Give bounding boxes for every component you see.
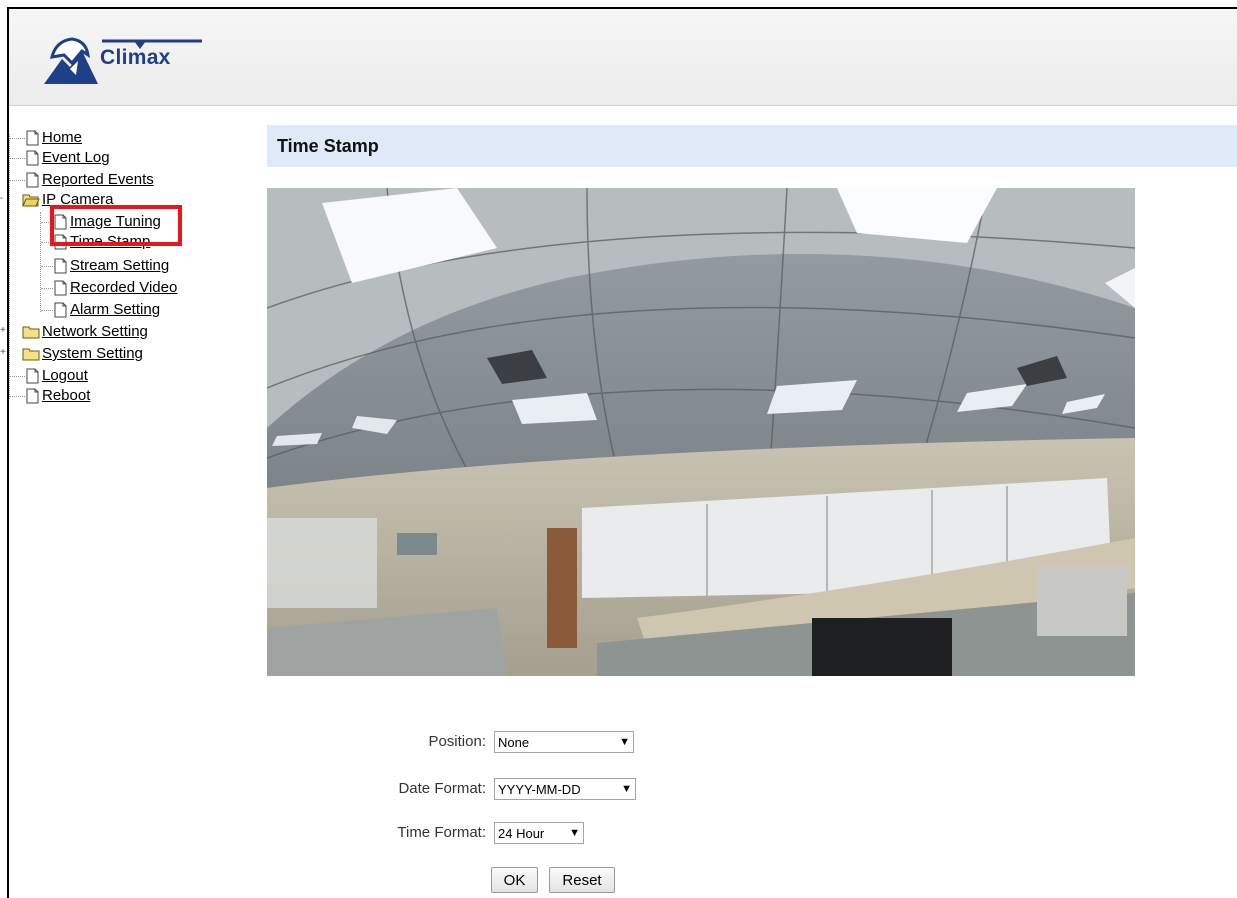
nav-item-network-setting[interactable]: + Network Setting <box>0 322 148 342</box>
page-icon <box>54 302 67 318</box>
page-icon <box>26 150 39 166</box>
nav-item-system-setting[interactable]: + System Setting <box>0 344 143 364</box>
expand-icon[interactable]: + <box>0 343 6 363</box>
page-icon <box>54 280 67 296</box>
nav-link-stream-setting[interactable]: Stream Setting <box>70 256 169 276</box>
expand-icon[interactable]: + <box>0 321 6 341</box>
page-icon <box>26 368 39 384</box>
nav-link-logout[interactable]: Logout <box>42 366 88 386</box>
folder-icon <box>22 326 40 339</box>
page-icon <box>26 388 39 404</box>
page-title: Time Stamp <box>277 135 379 156</box>
nav-link-recorded-video[interactable]: Recorded Video <box>70 278 177 298</box>
reset-button[interactable]: Reset <box>549 867 615 893</box>
camera-image <box>267 188 1135 676</box>
annotation-highlight-box <box>50 205 182 246</box>
nav-item-logout[interactable]: Logout <box>9 366 88 386</box>
nav-link-home[interactable]: Home <box>42 128 82 148</box>
nav-item-alarm-setting[interactable]: Alarm Setting <box>41 300 160 320</box>
time-format-label: Time Format: <box>397 824 486 841</box>
page-icon <box>26 172 39 188</box>
nav-link-reported-events[interactable]: Reported Events <box>42 170 154 190</box>
ok-button[interactable]: OK <box>491 867 538 893</box>
page-icon <box>54 258 67 274</box>
time-format-select[interactable]: 24 Hour ▼ <box>494 822 584 844</box>
dropdown-arrow-icon: ▼ <box>619 736 630 748</box>
nav-link-system-setting[interactable]: System Setting <box>42 344 143 364</box>
nav-item-stream-setting[interactable]: Stream Setting <box>41 256 169 276</box>
dropdown-arrow-icon: ▼ <box>569 827 580 839</box>
collapse-icon[interactable]: - <box>0 189 3 209</box>
nav-link-network-setting[interactable]: Network Setting <box>42 322 148 342</box>
date-format-select[interactable]: YYYY-MM-DD ▼ <box>494 778 636 800</box>
nav-item-home[interactable]: Home <box>9 128 82 148</box>
position-select-value: None <box>498 734 530 750</box>
time-format-select-value: 24 Hour <box>498 825 545 841</box>
open-folder-icon <box>22 194 40 207</box>
nav-item-reboot[interactable]: Reboot <box>9 386 90 406</box>
page-title-bar: Time Stamp <box>267 125 1237 167</box>
header: Climax <box>9 9 1237 106</box>
page-icon <box>26 130 39 146</box>
nav-link-reboot[interactable]: Reboot <box>42 386 90 406</box>
date-format-select-value: YYYY-MM-DD <box>498 781 581 797</box>
folder-icon <box>22 348 40 361</box>
position-select[interactable]: None ▼ <box>494 731 634 753</box>
date-format-label: Date Format: <box>398 780 486 797</box>
camera-live-view <box>267 188 1135 676</box>
position-label: Position: <box>428 733 486 750</box>
nav-item-reported-events[interactable]: Reported Events <box>9 170 154 190</box>
nav-item-recorded-video[interactable]: Recorded Video <box>41 278 177 298</box>
nav-link-alarm-setting[interactable]: Alarm Setting <box>70 300 160 320</box>
logo-text: Climax <box>100 46 171 69</box>
nav-link-event-log[interactable]: Event Log <box>42 148 110 168</box>
nav-item-event-log[interactable]: Event Log <box>9 148 110 168</box>
dropdown-arrow-icon: ▼ <box>621 783 632 795</box>
